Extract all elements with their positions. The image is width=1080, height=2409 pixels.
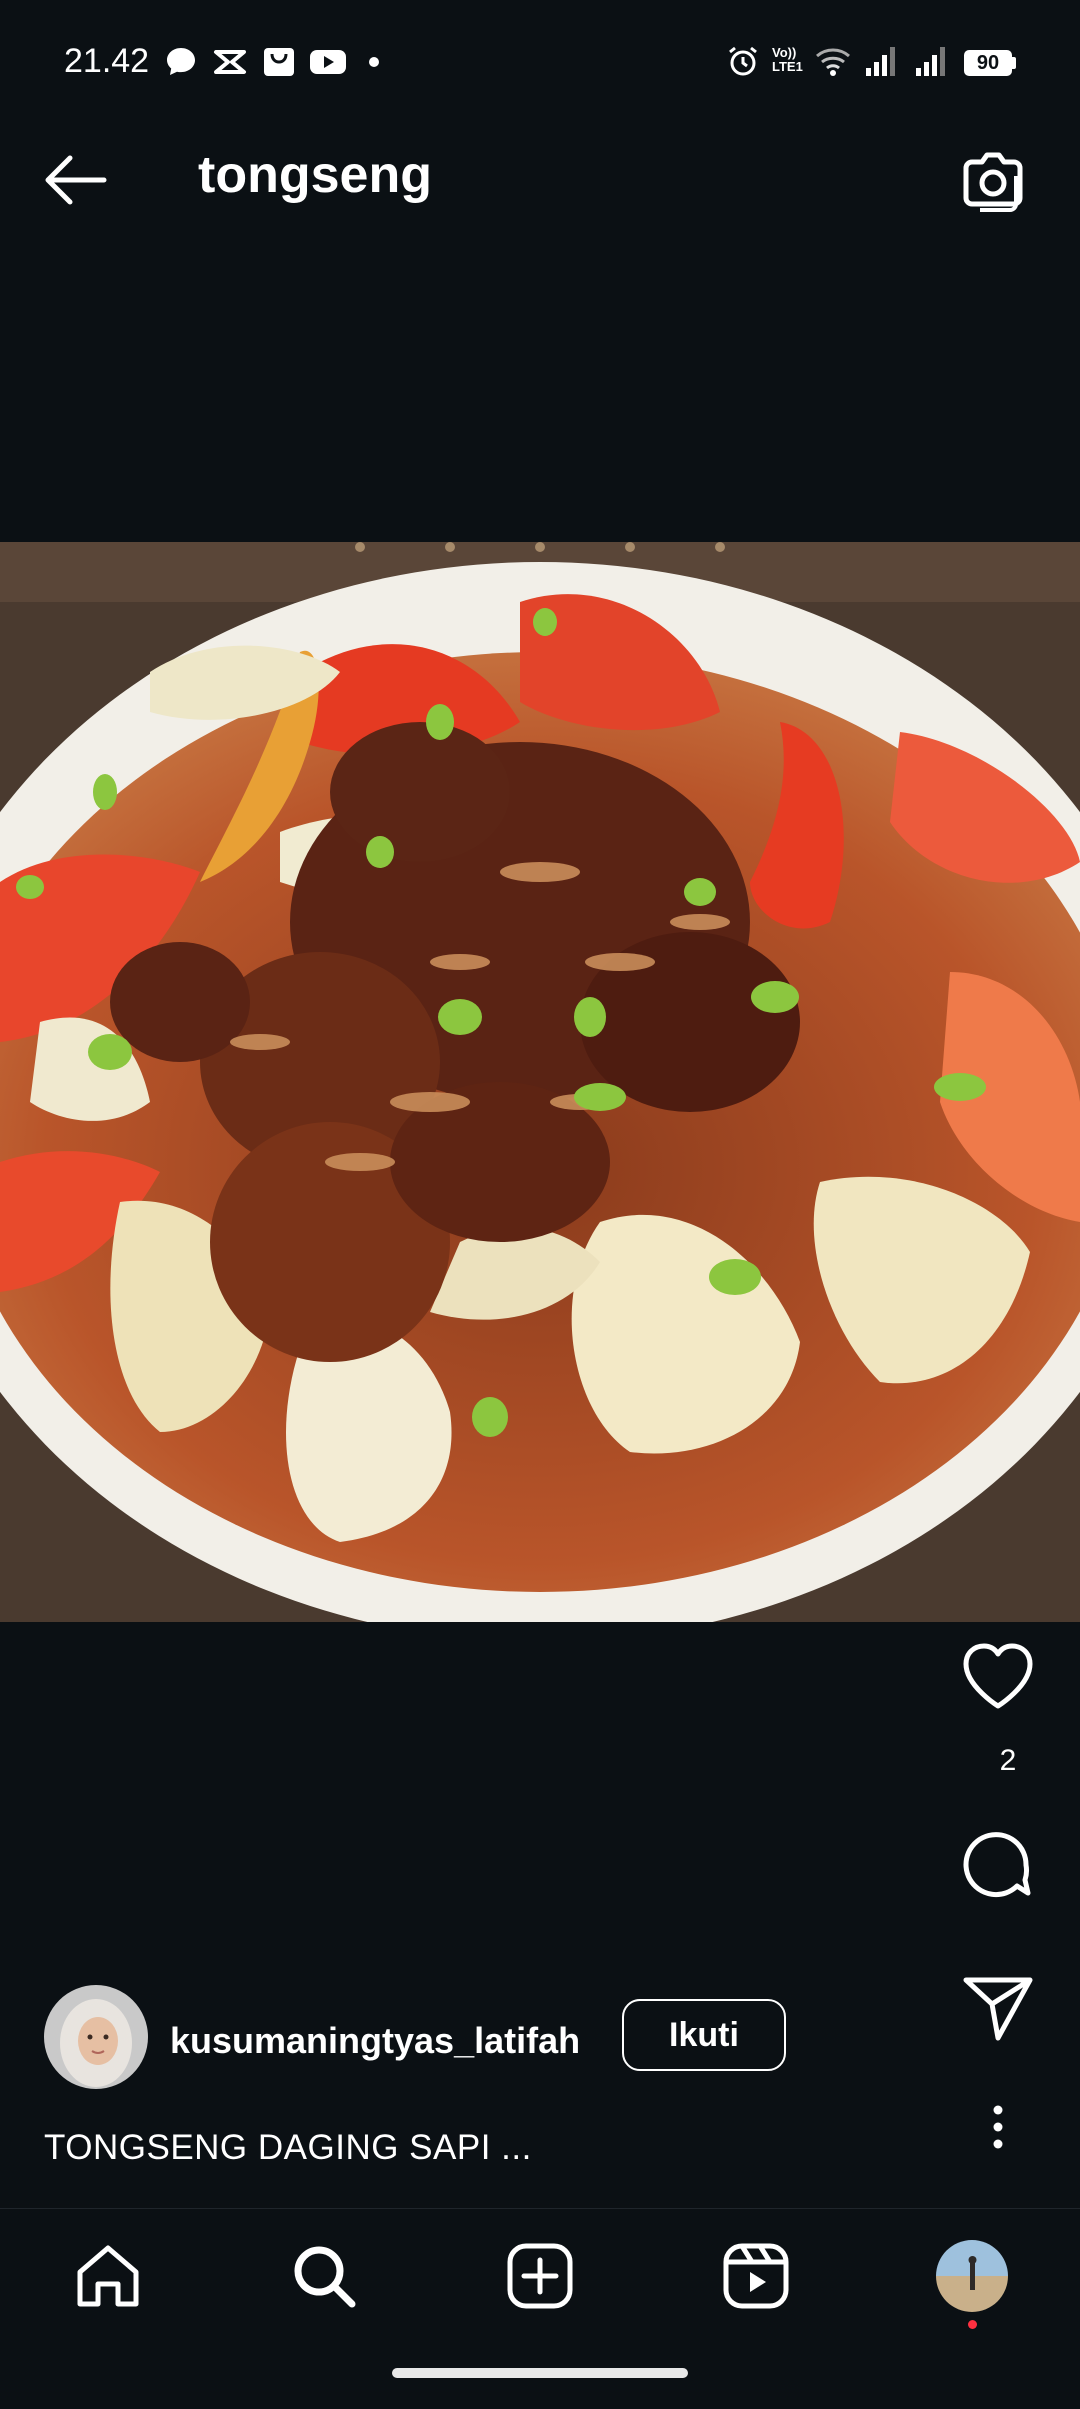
search-icon[interactable] [288, 2240, 360, 2312]
volte-icon: Vo)) LTE1 [772, 45, 803, 74]
signal-icon [866, 47, 895, 76]
food-photo [0, 542, 1080, 1622]
status-time: 21.42 [64, 42, 150, 80]
reels-icon[interactable] [720, 2240, 792, 2312]
camera-icon[interactable] [958, 146, 1028, 212]
post-caption[interactable]: TONGSENG DAGING SAPI ... [44, 2128, 532, 2168]
youtube-icon [310, 50, 346, 74]
notification-dot [968, 2320, 977, 2329]
message-bubble-icon [167, 48, 195, 75]
wifi-icon [816, 48, 850, 76]
dot-icon [369, 57, 379, 67]
battery-tip [1012, 57, 1016, 69]
page-title: tongseng [198, 146, 432, 204]
profile-avatar[interactable] [936, 2240, 1008, 2312]
follow-button[interactable]: Ikuti [622, 1999, 786, 2071]
create-icon[interactable] [504, 2240, 576, 2312]
like-count[interactable]: 2 [980, 1744, 1036, 1778]
status-bar: 21.42 Vo)) LTE1 90 [0, 0, 1080, 100]
battery-icon: 90 [964, 50, 1012, 76]
heart-icon[interactable] [960, 1642, 1036, 1712]
signal-icon [916, 47, 945, 76]
post-image[interactable] [0, 542, 1080, 1622]
comment-icon[interactable] [960, 1828, 1034, 1902]
author-username[interactable]: kusumaningtyas_latifah [170, 2020, 580, 2062]
shopping-bag-icon [264, 48, 294, 76]
alarm-icon [729, 46, 757, 76]
share-icon[interactable] [962, 1974, 1034, 2042]
author-avatar[interactable] [44, 1985, 148, 2089]
capcut-icon [214, 50, 246, 74]
home-indicator[interactable] [392, 2368, 688, 2378]
header [0, 110, 1080, 250]
arrow-left-icon[interactable] [40, 150, 112, 210]
avatar-image [44, 1985, 148, 2089]
home-icon[interactable] [72, 2240, 144, 2312]
profile-avatar-image [936, 2240, 1008, 2312]
more-options-icon[interactable] [988, 2104, 1008, 2150]
